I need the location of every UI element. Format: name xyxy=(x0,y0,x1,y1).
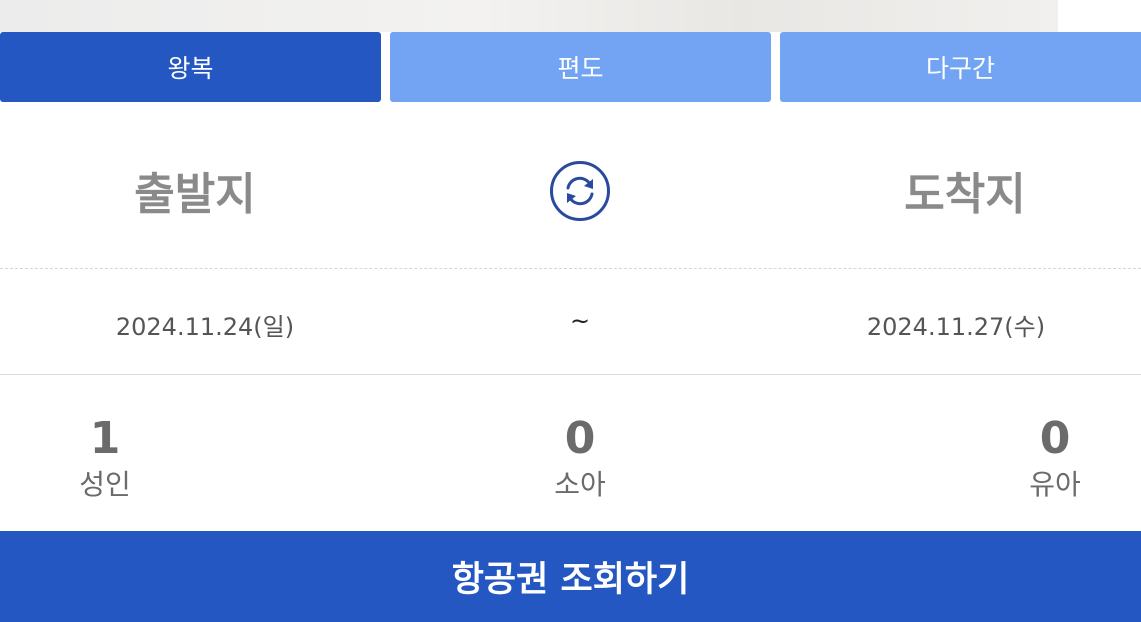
arrival-select[interactable]: 도착지 xyxy=(815,158,1115,222)
child-count: 0 xyxy=(564,413,596,464)
tab-round-trip[interactable]: 왕복 xyxy=(0,32,381,102)
child-label: 소아 xyxy=(554,468,606,501)
departure-select[interactable]: 출발지 xyxy=(45,158,345,222)
date-separator: ~ xyxy=(569,307,591,335)
date-selector: 2024.11.24(일) ~ 2024.11.27(수) xyxy=(0,269,1141,374)
trip-type-tabs: 왕복 편도 다구간 xyxy=(0,32,1141,102)
passenger-adult[interactable]: 1 성인 xyxy=(25,411,185,503)
swap-arrows-icon[interactable] xyxy=(549,160,611,222)
depart-date[interactable]: 2024.11.24(일) xyxy=(35,307,375,342)
infant-count: 0 xyxy=(1039,413,1071,464)
adult-label: 성인 xyxy=(79,468,131,501)
search-flights-button[interactable]: 항공권 조회하기 xyxy=(0,531,1141,622)
passenger-child[interactable]: 0 소아 xyxy=(500,411,660,503)
adult-count: 1 xyxy=(89,413,121,464)
infant-label: 유아 xyxy=(1029,468,1081,501)
tab-multi-city[interactable]: 다구간 xyxy=(780,32,1141,102)
hero-image-strip xyxy=(0,0,1058,32)
passenger-selector: 1 성인 0 소아 0 유아 xyxy=(0,375,1141,531)
return-date[interactable]: 2024.11.27(수) xyxy=(786,307,1126,342)
route-selector: 출발지 도착지 xyxy=(0,110,1141,268)
tab-one-way[interactable]: 편도 xyxy=(390,32,771,102)
passenger-infant[interactable]: 0 유아 xyxy=(975,411,1135,503)
